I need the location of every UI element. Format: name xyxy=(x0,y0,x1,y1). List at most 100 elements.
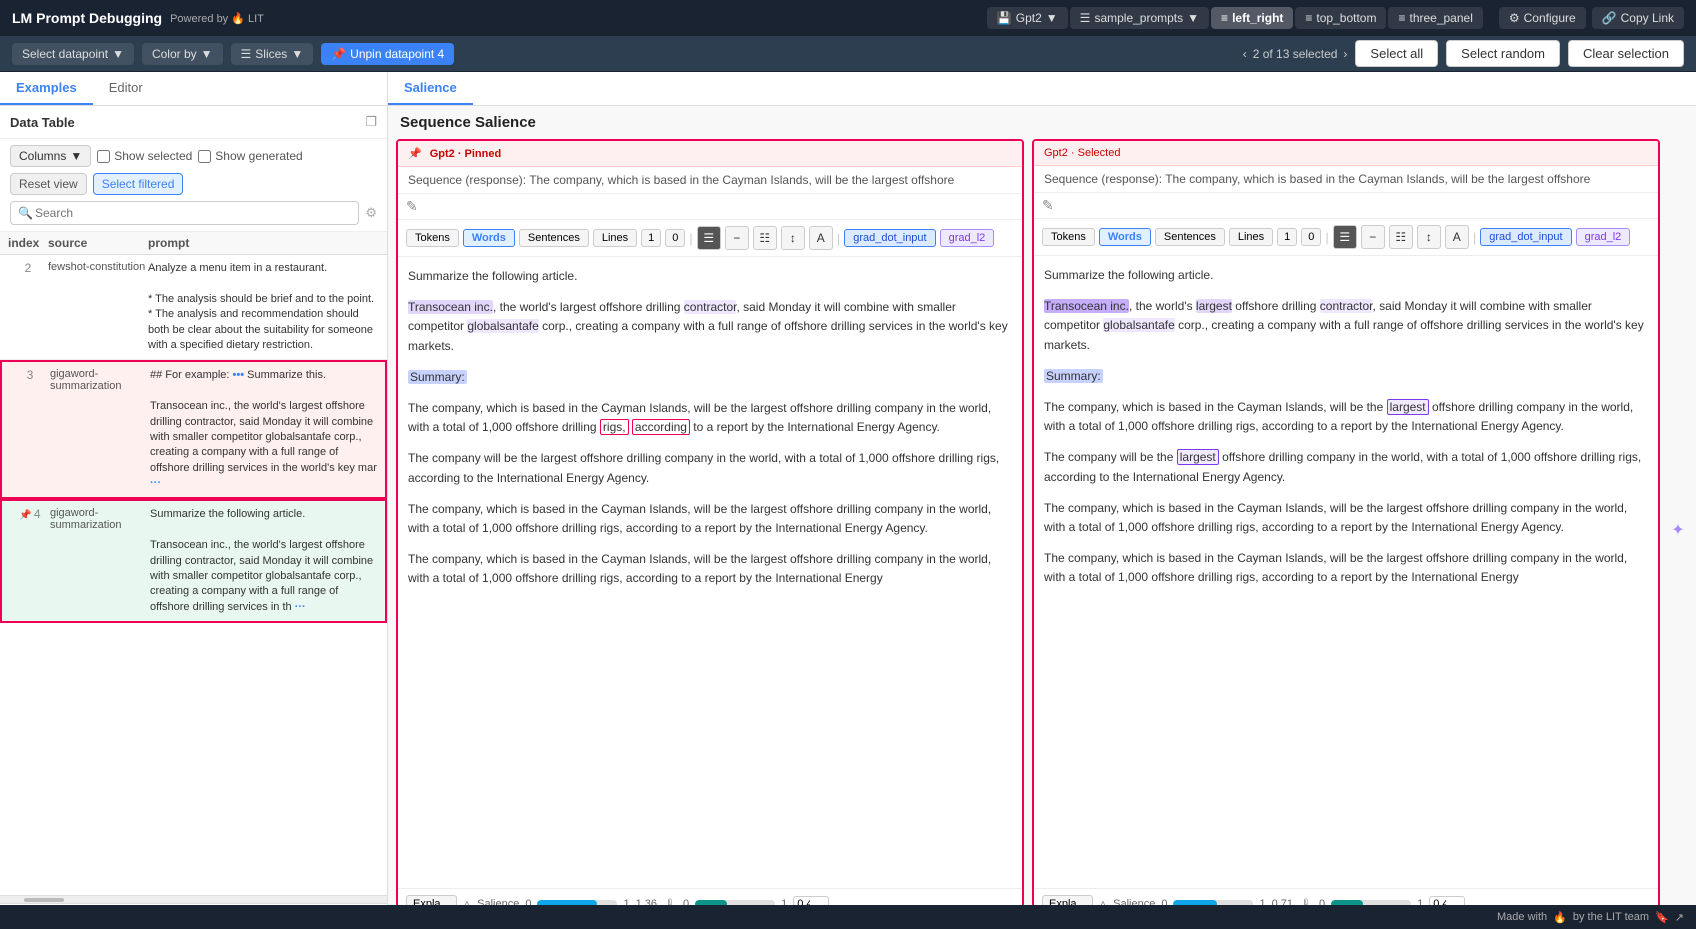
highlight-rigs: rigs, xyxy=(600,419,629,435)
configure-button[interactable]: ⚙ Configure xyxy=(1499,7,1586,29)
grad-dot-btn-left[interactable]: grad_dot_input xyxy=(844,229,935,247)
words-btn-left[interactable]: Words xyxy=(463,229,515,247)
data-table: index source prompt 2 fewshot-constituti… xyxy=(0,232,387,929)
more-dots-3: ··· xyxy=(295,601,306,613)
col-index: index xyxy=(8,236,48,250)
table-row[interactable]: 3 gigaword-summarization ## For example:… xyxy=(0,360,387,499)
salience-panel-right: Gpt2 · Selected Sequence (response): The… xyxy=(1032,139,1660,921)
layout-top-bottom-tab[interactable]: ≡ top_bottom xyxy=(1295,7,1386,29)
input-zero-btn-left[interactable]: 0 xyxy=(665,229,685,247)
clear-selection-button[interactable]: Clear selection xyxy=(1568,40,1684,67)
show-generated-checkbox[interactable]: Show generated xyxy=(198,149,302,163)
layout-left-right-tab[interactable]: ≡ left_right xyxy=(1211,7,1293,29)
show-generated-input[interactable] xyxy=(198,150,211,163)
layout-icon2: ≡ xyxy=(1305,11,1312,25)
slices-label: Slices xyxy=(255,47,287,61)
input-num-btn-right[interactable]: 1 xyxy=(1277,228,1297,246)
lines-btn-right[interactable]: Lines xyxy=(1229,228,1273,246)
bookmark-icon[interactable]: 🔖 xyxy=(1655,911,1669,924)
up-down-icon-left[interactable]: ↕ xyxy=(781,226,805,250)
more-dots-2: ··· xyxy=(150,477,161,489)
edit-icon-right[interactable]: ✎ xyxy=(1042,197,1054,214)
cell-prompt-pinned: Summarize the following article.Transoce… xyxy=(150,507,377,615)
pin-icon: 📌 xyxy=(331,47,346,61)
lines-btn-left[interactable]: Lines xyxy=(593,229,637,247)
sep-left2: | xyxy=(837,231,840,246)
font-icon-left[interactable]: A xyxy=(809,226,833,250)
sentences-btn-right[interactable]: Sentences xyxy=(1155,228,1225,246)
tokens-btn-right[interactable]: Tokens xyxy=(1042,228,1095,246)
expand-icon[interactable]: ❐ xyxy=(365,114,377,130)
grad-dot-btn-right[interactable]: grad_dot_input xyxy=(1480,228,1571,246)
slices-button[interactable]: ☰ Slices ▼ xyxy=(231,43,314,65)
grid-icon-left[interactable]: ☷ xyxy=(753,226,777,250)
edit-icon-left[interactable]: ✎ xyxy=(406,198,418,215)
horizontal-scrollbar[interactable] xyxy=(0,895,387,903)
select-random-button[interactable]: Select random xyxy=(1446,40,1560,67)
input-zero-btn-right[interactable]: 0 xyxy=(1301,228,1321,246)
para-company2-right: The company will be the largest offshore… xyxy=(1044,448,1648,486)
minus-icon-right[interactable]: − xyxy=(1361,225,1385,249)
by-lit-label: by the LIT team xyxy=(1573,911,1649,923)
select-filtered-button[interactable]: Select filtered xyxy=(93,173,184,195)
show-selected-checkbox[interactable]: Show selected xyxy=(97,149,192,163)
align-icon-right[interactable]: ☰ xyxy=(1333,225,1357,249)
para-company2-left: The company will be the largest offshore… xyxy=(408,449,1012,487)
columns-button[interactable]: Columns ▼ xyxy=(10,145,91,167)
para-company3-left: The company, which is based in the Cayma… xyxy=(408,500,1012,538)
dataset-tab[interactable]: ☰ sample_prompts ▼ xyxy=(1070,7,1209,29)
data-table-header-row: Data Table ❐ xyxy=(0,106,387,139)
datapoint-label: Select datapoint xyxy=(22,47,108,61)
selection-info: ‹ 2 of 13 selected › xyxy=(1243,47,1348,61)
align-icon-left[interactable]: ☰ xyxy=(697,226,721,250)
search-input[interactable] xyxy=(10,201,359,225)
select-all-button[interactable]: Select all xyxy=(1355,40,1438,67)
model-tab[interactable]: 💾 Gpt2 ▼ xyxy=(987,7,1068,29)
configure-icon: ⚙ xyxy=(1509,11,1520,25)
search-settings-icon[interactable]: ⚙ xyxy=(365,205,377,221)
copy-link-button[interactable]: 🔗 Copy Link xyxy=(1592,7,1684,29)
toolbar: Select datapoint ▼ Color by ▼ ☰ Slices ▼… xyxy=(0,36,1696,72)
select-datapoint-button[interactable]: Select datapoint ▼ xyxy=(12,43,134,65)
more-dots: ••• xyxy=(233,369,245,381)
para-company4-right: The company, which is based in the Cayma… xyxy=(1044,549,1648,587)
sentences-btn-left[interactable]: Sentences xyxy=(519,229,589,247)
minus-icon-left[interactable]: − xyxy=(725,226,749,250)
response-intro-left: Sequence (response): The company, which … xyxy=(408,173,954,187)
color-by-button[interactable]: Color by ▼ xyxy=(142,43,223,65)
cell-prompt: ## For example: ••• Summarize this.Trans… xyxy=(150,368,377,491)
table-row[interactable]: 2 fewshot-constitution Analyze a menu it… xyxy=(0,255,387,360)
reset-view-button[interactable]: Reset view xyxy=(10,173,87,195)
salience-tab[interactable]: Salience xyxy=(388,72,473,105)
col-source: source xyxy=(48,236,148,250)
data-table-title: Data Table xyxy=(10,115,75,130)
show-selected-input[interactable] xyxy=(97,150,110,163)
para-company4-left: The company, which is based in the Cayma… xyxy=(408,550,1012,588)
share-icon[interactable]: ↗ xyxy=(1675,911,1684,924)
powered-by: Powered by 🔥 LIT xyxy=(170,12,264,25)
panel-left-body: Summarize the following article. Transoc… xyxy=(398,257,1022,888)
up-down-icon-right[interactable]: ↕ xyxy=(1417,225,1441,249)
examples-tab[interactable]: Examples xyxy=(0,72,93,105)
dataset-label: sample_prompts xyxy=(1094,11,1183,25)
left-panel: Examples Editor Data Table ❐ Columns ▼ S… xyxy=(0,72,388,929)
words-btn-right[interactable]: Words xyxy=(1099,228,1151,246)
side-panel-icon: ✦ xyxy=(1668,139,1688,921)
scrollbar-thumb[interactable] xyxy=(24,898,64,902)
para-summarize-right: Summarize the following article. xyxy=(1044,266,1648,285)
input-num-btn-left[interactable]: 1 xyxy=(641,229,661,247)
table-header: index source prompt xyxy=(0,232,387,255)
sparkle-icon: ✦ xyxy=(1671,520,1684,540)
unpin-button[interactable]: 📌 Unpin datapoint 4 xyxy=(321,43,454,65)
grid-icon-right[interactable]: ☷ xyxy=(1389,225,1413,249)
table-row-pinned[interactable]: 📌4 gigaword-summarization Summarize the … xyxy=(0,499,387,623)
grad-l2-btn-right[interactable]: grad_l2 xyxy=(1576,228,1631,246)
font-icon-right[interactable]: A xyxy=(1445,225,1469,249)
cell-source: fewshot-constitution xyxy=(48,261,148,353)
tokens-btn-left[interactable]: Tokens xyxy=(406,229,459,247)
top-actions: ⚙ Configure 🔗 Copy Link xyxy=(1499,7,1684,29)
grad-l2-btn-left[interactable]: grad_l2 xyxy=(940,229,995,247)
editor-tab[interactable]: Editor xyxy=(93,72,159,105)
columns-label: Columns xyxy=(19,149,66,163)
layout-three-panel-tab[interactable]: ≡ three_panel xyxy=(1388,7,1482,29)
